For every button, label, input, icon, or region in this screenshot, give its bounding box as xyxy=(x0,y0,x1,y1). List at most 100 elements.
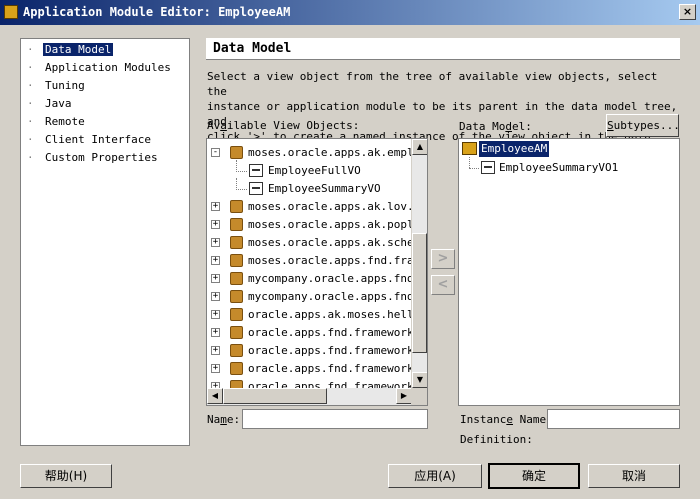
add-to-data-model-button[interactable]: > xyxy=(431,249,455,269)
nav-item[interactable]: · Client Interface xyxy=(25,131,173,149)
tree-node-label: oracle.apps.ak.moses.hello.server xyxy=(248,308,412,321)
tree-connector xyxy=(469,168,479,170)
scroll-corner xyxy=(411,388,427,405)
expand-icon[interactable]: + xyxy=(211,274,220,283)
tree-connector: · xyxy=(27,61,34,74)
scroll-down-icon[interactable]: ▼ xyxy=(412,372,427,388)
expand-icon[interactable]: + xyxy=(211,292,220,301)
tree-connector: · xyxy=(27,79,34,92)
tree-node-label: EmployeeSummaryVO xyxy=(268,182,381,195)
nav-item-label: Tuning xyxy=(45,79,85,92)
label-mnemonic: m xyxy=(220,413,227,426)
package-node[interactable]: +oracle.apps.fnd.framework.toolbox xyxy=(207,342,412,360)
button-text: ubtypes... xyxy=(613,119,680,132)
label-text: Data Mo xyxy=(459,120,506,133)
package-icon xyxy=(230,254,243,267)
package-node[interactable]: +oracle.apps.fnd.framework.toolbox xyxy=(207,360,412,378)
nav-item[interactable]: · Custom Properties xyxy=(25,149,173,167)
package-node[interactable]: + oracle.apps.fnd.framework.toolbox xyxy=(207,324,412,342)
tree-connector: · xyxy=(27,43,34,56)
tree-node-label: moses.oracle.apps.ak.lov.server xyxy=(248,200,412,213)
title-bar[interactable]: Application Module Editor: EmployeeAM × xyxy=(0,0,700,25)
package-node[interactable]: + moses.oracle.apps.fnd.framework xyxy=(207,252,412,270)
application-module-icon xyxy=(462,142,477,155)
tree-node-label: mycompany.oracle.apps.fnd.framework xyxy=(248,272,412,285)
label-text: Na xyxy=(207,413,221,426)
package-node[interactable]: + mycompany.oracle.apps.fnd.framework xyxy=(207,270,412,288)
nav-item[interactable]: · Application Modules xyxy=(25,59,173,77)
tree-connector xyxy=(236,171,247,173)
vertical-scroll-thumb[interactable] xyxy=(412,233,427,353)
app-module-icon xyxy=(4,5,18,19)
nav-item-label: Custom Properties xyxy=(45,151,158,164)
ok-button[interactable]: 确定 xyxy=(488,463,580,489)
tree-connector xyxy=(236,189,247,191)
label-mnemonic: d xyxy=(505,120,512,133)
package-icon xyxy=(230,344,243,357)
package-icon xyxy=(230,272,243,285)
tree-node-label: moses.oracle.apps.ak.poplist.server xyxy=(248,218,412,231)
package-node[interactable]: + moses.oracle.apps.ak.schema.server xyxy=(207,234,412,252)
remove-from-data-model-button[interactable]: < xyxy=(431,275,455,295)
data-model-child-node[interactable]: EmployeeSummaryVO1 xyxy=(459,157,659,177)
package-node[interactable]: +oracle.apps.fnd.framework.toolbox xyxy=(207,378,412,388)
tree-node-label: moses.oracle.apps.fnd.framework xyxy=(248,254,412,267)
expand-icon[interactable]: + xyxy=(211,256,220,265)
scroll-up-icon[interactable]: ▲ xyxy=(412,139,427,155)
instance-name-label: Instance Name: xyxy=(460,413,553,426)
tree-node-label: oracle.apps.fnd.framework.toolbox xyxy=(248,326,412,339)
scroll-right-icon[interactable]: ▶ xyxy=(396,388,412,404)
tree-node-label: mycompany.oracle.apps.fnd.framework xyxy=(248,290,412,303)
subtypes-button[interactable]: Subtypes... xyxy=(606,114,680,137)
tree-node-label: EmployeeFullVO xyxy=(268,164,361,177)
close-button[interactable]: × xyxy=(679,4,696,20)
definition-label: Definition: xyxy=(460,433,533,446)
expand-icon[interactable]: + xyxy=(211,220,220,229)
label-mnemonic: a xyxy=(220,119,227,132)
package-node[interactable]: + oracle.apps.ak.moses.hello.server xyxy=(207,306,412,324)
tree-connector: · xyxy=(27,115,34,128)
cancel-button[interactable]: 取消 xyxy=(588,464,680,488)
expand-icon[interactable]: + xyxy=(211,328,220,337)
horizontal-scrollbar[interactable]: ◀ ▶ xyxy=(207,388,412,405)
help-button[interactable]: 帮助(H) xyxy=(20,464,112,488)
label-text: e: xyxy=(226,413,241,426)
expand-icon[interactable]: + xyxy=(211,202,220,211)
data-model-label: Data Model: xyxy=(459,120,532,133)
tree-node-label: oracle.apps.fnd.framework.toolbox xyxy=(248,380,412,388)
data-model-root-node[interactable]: EmployeeAM xyxy=(459,139,659,157)
nav-item[interactable]: · Tuning xyxy=(25,77,173,95)
navigation-list: · Data Model · Application Modules · Tuning · J… xyxy=(25,41,173,167)
scroll-left-icon[interactable]: ◀ xyxy=(207,388,223,404)
expand-icon[interactable]: + xyxy=(211,364,220,373)
package-node[interactable]: + moses.oracle.apps.ak.lov.server xyxy=(207,198,412,216)
navigation-panel: · Data Model · Application Modules · Tuning · J… xyxy=(20,38,190,446)
description-line: Select a view object from the tree of av… xyxy=(207,70,658,98)
package-node[interactable]: + moses.oracle.apps.ak.poplist.server xyxy=(207,216,412,234)
nav-item-label: Client Interface xyxy=(45,133,151,146)
vertical-scrollbar[interactable]: ▲ ▼ xyxy=(411,139,427,388)
button-mnemonic: S xyxy=(607,119,614,132)
tree-node-label: moses.oracle.apps.ak.schema.server xyxy=(248,236,412,249)
data-model-tree[interactable]: EmployeeAM EmployeeSummaryVO1 xyxy=(458,138,680,406)
nav-item-label: Java xyxy=(45,97,72,110)
expand-icon[interactable]: + xyxy=(211,238,220,247)
name-input[interactable] xyxy=(242,409,428,429)
nav-item[interactable]: · Data Model xyxy=(25,41,173,59)
expand-icon[interactable]: + xyxy=(211,346,220,355)
horizontal-scroll-thumb[interactable] xyxy=(223,388,327,404)
apply-button[interactable]: 应用(A) xyxy=(388,464,482,488)
instance-name-input[interactable] xyxy=(547,409,680,429)
view-object-node[interactable]: EmployeeSummaryVO xyxy=(207,178,412,198)
expand-icon[interactable]: + xyxy=(211,310,220,319)
nav-item-label: Data Model xyxy=(43,43,114,56)
nav-item[interactable]: · Java xyxy=(25,95,173,113)
available-view-objects-tree[interactable]: - moses.oracle.apps.ak.employee EmployeeFu… xyxy=(206,138,428,406)
available-view-objects-label: Available View Objects: xyxy=(207,119,359,132)
package-node[interactable]: + mycompany.oracle.apps.fnd.framework xyxy=(207,288,412,306)
nav-item[interactable]: · Remote xyxy=(25,113,173,131)
package-icon xyxy=(230,290,243,303)
data-model-child-label: EmployeeSummaryVO1 xyxy=(499,161,619,174)
tree-connector xyxy=(469,157,471,168)
collapse-icon[interactable]: - xyxy=(211,148,220,157)
